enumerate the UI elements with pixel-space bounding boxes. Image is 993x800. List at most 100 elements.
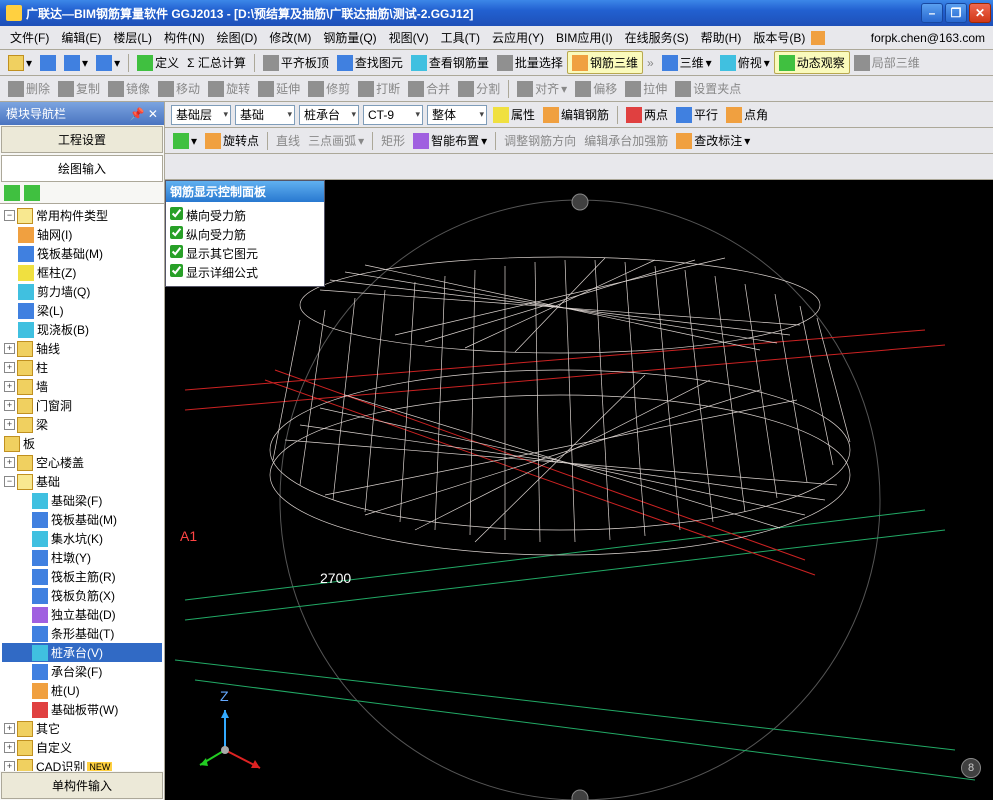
- menu-icon[interactable]: [811, 31, 825, 45]
- mirror-button[interactable]: 镜像: [104, 78, 154, 99]
- parallel-button[interactable]: 平行: [672, 104, 722, 125]
- menu-file[interactable]: 文件(F): [4, 26, 55, 49]
- chk-show-other[interactable]: 显示其它图元: [170, 244, 320, 263]
- minimize-button[interactable]: –: [921, 3, 943, 23]
- tree-other[interactable]: +其它: [2, 719, 162, 738]
- tree-shear-wall[interactable]: 剪力墙(Q): [2, 282, 162, 301]
- menu-rebar[interactable]: 钢筋量(Q): [317, 26, 382, 49]
- pointangle-button[interactable]: 点角: [722, 104, 772, 125]
- tree-isolated-footing[interactable]: 独立基础(D): [2, 605, 162, 624]
- chk-show-formula[interactable]: 显示详细公式: [170, 263, 320, 282]
- tree-walls[interactable]: +墙: [2, 377, 162, 396]
- tree-pile[interactable]: 桩(U): [2, 681, 162, 700]
- tree-strip-footing[interactable]: 条形基础(T): [2, 624, 162, 643]
- tree-openings[interactable]: +门窗洞: [2, 396, 162, 415]
- undo-button[interactable]: ▾: [60, 53, 92, 73]
- sum-button[interactable]: Σ 汇总计算: [183, 52, 250, 73]
- smart-layout-button[interactable]: 智能布置▾: [409, 130, 491, 151]
- tree-axes[interactable]: +轴线: [2, 339, 162, 358]
- tree-raft-foundation2[interactable]: 筏板基础(M): [2, 510, 162, 529]
- tree-frame-column[interactable]: 框柱(Z): [2, 263, 162, 282]
- tree-raft-foundation[interactable]: 筏板基础(M): [2, 244, 162, 263]
- align-button[interactable]: 对齐▾: [513, 78, 571, 99]
- chk-horizontal-rebar[interactable]: 横向受力筋: [170, 206, 320, 225]
- menu-help[interactable]: 帮助(H): [695, 26, 748, 49]
- open-button[interactable]: ▾: [4, 53, 36, 73]
- tree-columns[interactable]: +柱: [2, 358, 162, 377]
- component-tree[interactable]: −常用构件类型 轴网(I) 筏板基础(M) 框柱(Z) 剪力墙(Q) 梁(L) …: [0, 204, 164, 771]
- tree-hollow[interactable]: +空心楼盖: [2, 453, 162, 472]
- tree-beams[interactable]: +梁: [2, 415, 162, 434]
- batchselect-button[interactable]: 批量选择: [493, 52, 567, 73]
- flatslab-button[interactable]: 平齐板顶: [259, 52, 333, 73]
- tab-draw-input[interactable]: 绘图输入: [1, 155, 163, 182]
- redo-button[interactable]: ▾: [92, 53, 124, 73]
- twopoint-button[interactable]: 两点: [622, 104, 672, 125]
- type-dropdown[interactable]: 桩承台: [299, 105, 359, 125]
- move-button[interactable]: 移动: [154, 78, 204, 99]
- split-button[interactable]: 分割: [454, 78, 504, 99]
- 3d-button[interactable]: 三维▾: [658, 52, 716, 73]
- extend-button[interactable]: 延伸: [254, 78, 304, 99]
- chk-vertical-rebar[interactable]: 纵向受力筋: [170, 225, 320, 244]
- tab-single-component[interactable]: 单构件输入: [1, 772, 163, 799]
- point-button[interactable]: ▾: [169, 131, 201, 151]
- tree-common[interactable]: −常用构件类型: [2, 206, 162, 225]
- grip-button[interactable]: 设置夹点: [671, 78, 745, 99]
- arc3-button[interactable]: 三点画弧▾: [304, 130, 368, 151]
- floor-dropdown[interactable]: 基础层: [171, 105, 231, 125]
- menu-cloud[interactable]: 云应用(Y): [486, 26, 550, 49]
- tab-project-settings[interactable]: 工程设置: [1, 126, 163, 153]
- collapse-icon[interactable]: [24, 185, 40, 201]
- expand-icon[interactable]: [4, 185, 20, 201]
- maximize-button[interactable]: ❐: [945, 3, 967, 23]
- merge-button[interactable]: 合并: [404, 78, 454, 99]
- family-dropdown[interactable]: 基础: [235, 105, 295, 125]
- attribute-button[interactable]: 属性: [489, 104, 539, 125]
- tree-beam[interactable]: 梁(L): [2, 301, 162, 320]
- menu-bim[interactable]: BIM应用(I): [550, 26, 619, 49]
- offset-button[interactable]: 偏移: [571, 78, 621, 99]
- break-button[interactable]: 打断: [354, 78, 404, 99]
- tree-raft-main-rebar[interactable]: 筏板主筋(R): [2, 567, 162, 586]
- adjust-rebar-button[interactable]: 调整钢筋方向: [500, 130, 580, 151]
- tree-foundation-strip[interactable]: 基础板带(W): [2, 700, 162, 719]
- dynamic-view-button[interactable]: 动态观察: [774, 51, 850, 74]
- menu-version[interactable]: 版本号(B): [747, 26, 811, 49]
- delete-button[interactable]: 删除: [4, 78, 54, 99]
- menu-view[interactable]: 视图(V): [383, 26, 435, 49]
- stretch-button[interactable]: 拉伸: [621, 78, 671, 99]
- tree-axis-grid[interactable]: 轴网(I): [2, 225, 162, 244]
- local3d-button[interactable]: 局部三维: [850, 52, 924, 73]
- edit-pilecap-rebar-button[interactable]: 编辑承台加强筋: [580, 130, 672, 151]
- edit-rebar-button[interactable]: 编辑钢筋: [539, 104, 613, 125]
- tree-foundation[interactable]: −基础: [2, 472, 162, 491]
- tree-column-pier[interactable]: 柱墩(Y): [2, 548, 162, 567]
- check-annotation-button[interactable]: 查改标注▾: [672, 130, 754, 151]
- line-button[interactable]: 直线: [272, 130, 304, 151]
- rotate-point-button[interactable]: 旋转点: [201, 130, 263, 151]
- menu-online[interactable]: 在线服务(S): [619, 26, 695, 49]
- rotate-button[interactable]: 旋转: [204, 78, 254, 99]
- trim-button[interactable]: 修剪: [304, 78, 354, 99]
- tree-slab[interactable]: 现浇板(B): [2, 320, 162, 339]
- menu-modify[interactable]: 修改(M): [263, 26, 317, 49]
- tree-slabs[interactable]: 板: [2, 434, 162, 453]
- menu-edit[interactable]: 编辑(E): [55, 26, 107, 49]
- code-dropdown[interactable]: CT-9: [363, 105, 423, 125]
- copy-button[interactable]: 复制: [54, 78, 104, 99]
- menu-floor[interactable]: 楼层(L): [107, 26, 158, 49]
- close-button[interactable]: ✕: [969, 3, 991, 23]
- tree-custom[interactable]: +自定义: [2, 738, 162, 757]
- rebar-display-panel[interactable]: 钢筋显示控制面板 横向受力筋 纵向受力筋 显示其它图元 显示详细公式: [165, 180, 325, 287]
- whole-dropdown[interactable]: 整体: [427, 105, 487, 125]
- save-button[interactable]: [36, 53, 60, 73]
- rect-button[interactable]: 矩形: [377, 130, 409, 151]
- tree-sump[interactable]: 集水坑(K): [2, 529, 162, 548]
- tree-raft-neg-rebar[interactable]: 筏板负筋(X): [2, 586, 162, 605]
- tree-pile-cap-beam[interactable]: 承台梁(F): [2, 662, 162, 681]
- define-button[interactable]: 定义: [133, 52, 183, 73]
- tree-foundation-beam[interactable]: 基础梁(F): [2, 491, 162, 510]
- tree-pile-cap[interactable]: 桩承台(V): [2, 643, 162, 662]
- menu-component[interactable]: 构件(N): [158, 26, 211, 49]
